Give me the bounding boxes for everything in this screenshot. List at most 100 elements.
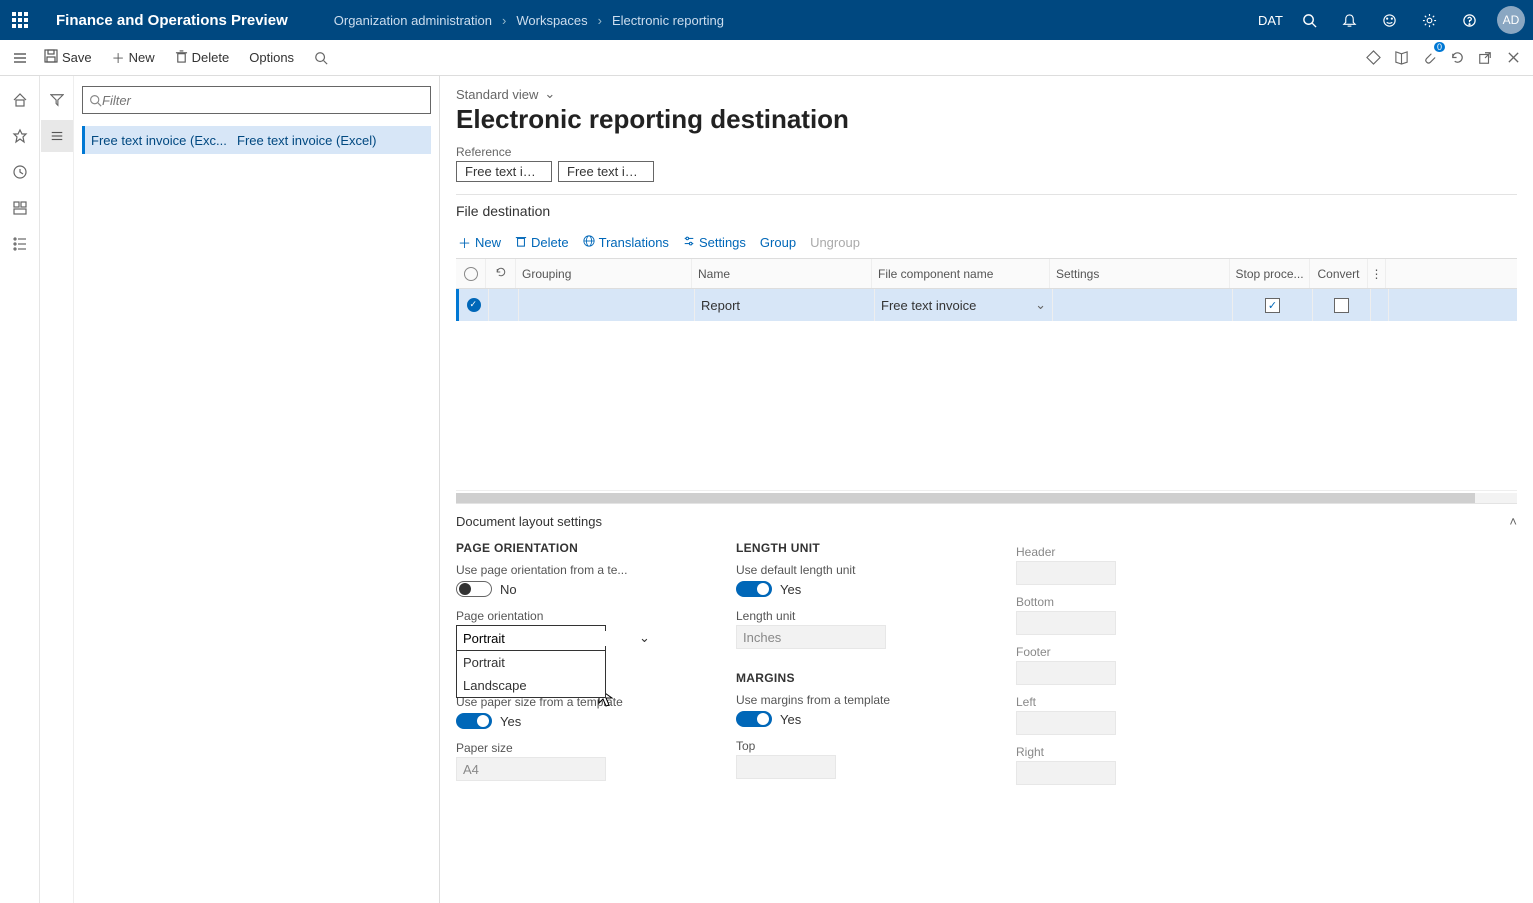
margin-footer-label: Footer bbox=[1016, 645, 1256, 659]
grid-translations-button[interactable]: Translations bbox=[583, 235, 669, 250]
col-settings[interactable]: Settings bbox=[1050, 259, 1230, 288]
length-unit-label: Length unit bbox=[736, 609, 976, 623]
refresh-icon[interactable] bbox=[495, 266, 507, 281]
plus-icon: ＋ bbox=[112, 48, 125, 67]
use-margins-template-toggle[interactable] bbox=[736, 711, 772, 727]
col-convert[interactable]: Convert bbox=[1310, 259, 1368, 288]
chevron-down-icon: ⌄ bbox=[544, 86, 555, 102]
col-stop[interactable]: Stop proce... bbox=[1230, 259, 1310, 288]
chevron-down-icon[interactable]: ⌄ bbox=[1035, 297, 1046, 313]
length-unit-head: LENGTH UNIT bbox=[736, 541, 976, 555]
breadcrumb-org-admin[interactable]: Organization administration bbox=[334, 13, 492, 28]
chevron-down-icon[interactable]: ⌄ bbox=[639, 630, 650, 646]
cell-name[interactable]: Report bbox=[695, 289, 875, 321]
toggle-value: Yes bbox=[780, 582, 801, 597]
workspace-icon[interactable] bbox=[4, 192, 36, 224]
cell-settings[interactable] bbox=[1053, 289, 1233, 321]
stop-checkbox[interactable] bbox=[1265, 298, 1280, 313]
col-grouping[interactable]: Grouping bbox=[516, 259, 692, 288]
page-orientation-dropdown: Portrait Landscape bbox=[456, 651, 606, 698]
toggle-value: Yes bbox=[500, 714, 521, 729]
grid-delete-button[interactable]: Delete bbox=[515, 235, 569, 250]
filter-icon[interactable] bbox=[41, 84, 73, 116]
home-icon[interactable] bbox=[4, 84, 36, 116]
grid-new-button[interactable]: ＋New bbox=[458, 233, 501, 252]
close-icon[interactable] bbox=[1499, 44, 1527, 72]
search-button[interactable] bbox=[306, 47, 336, 69]
chevron-right-icon: › bbox=[502, 13, 506, 28]
trash-icon bbox=[515, 235, 527, 250]
app-launcher-icon[interactable] bbox=[0, 0, 40, 40]
gear-icon[interactable] bbox=[1409, 0, 1449, 40]
file-destination-header[interactable]: File destination bbox=[456, 194, 1517, 227]
reference-value-2[interactable]: Free text inv... bbox=[558, 161, 654, 182]
page-title: Electronic reporting destination bbox=[456, 104, 1517, 135]
search-icon[interactable] bbox=[1289, 0, 1329, 40]
select-all-radio[interactable] bbox=[464, 267, 478, 281]
list-item[interactable]: Free text invoice (Exc... Free text invo… bbox=[82, 126, 431, 154]
document-layout-header[interactable]: Document layout settings ˄ bbox=[456, 503, 1517, 535]
row-select-radio[interactable] bbox=[467, 298, 481, 312]
use-default-length-toggle[interactable] bbox=[736, 581, 772, 597]
options-button[interactable]: Options bbox=[241, 46, 302, 69]
delete-label: Delete bbox=[192, 50, 230, 65]
globe-icon bbox=[583, 235, 595, 250]
list-pane: Free text invoice (Exc... Free text invo… bbox=[40, 76, 440, 903]
use-orientation-template-label: Use page orientation from a te... bbox=[456, 563, 696, 577]
list-icon[interactable] bbox=[41, 120, 73, 152]
diamond-icon[interactable] bbox=[1359, 44, 1387, 72]
col-name[interactable]: Name bbox=[692, 259, 872, 288]
use-paper-template-toggle[interactable] bbox=[456, 713, 492, 729]
combo-option-portrait[interactable]: Portrait bbox=[457, 651, 605, 674]
grid-hscrollbar[interactable] bbox=[456, 493, 1517, 503]
menu-icon[interactable] bbox=[6, 44, 34, 72]
popout-icon[interactable] bbox=[1471, 44, 1499, 72]
refresh-icon[interactable] bbox=[1443, 44, 1471, 72]
convert-checkbox[interactable] bbox=[1334, 298, 1349, 313]
delete-button[interactable]: Delete bbox=[167, 46, 238, 70]
list-item-col1: Free text invoice (Exc... bbox=[91, 133, 231, 148]
paper-size-label: Paper size bbox=[456, 741, 696, 755]
file-destination-grid: Grouping Name File component name Settin… bbox=[456, 258, 1517, 503]
grid-settings-button[interactable]: Settings bbox=[683, 235, 746, 250]
chevron-up-icon: ˄ bbox=[1509, 514, 1517, 529]
help-icon[interactable] bbox=[1449, 0, 1489, 40]
grid-toolbar: ＋New Delete Translations Settings Group … bbox=[456, 227, 1517, 258]
breadcrumb-electronic-reporting[interactable]: Electronic reporting bbox=[612, 13, 724, 28]
cell-grouping[interactable] bbox=[519, 289, 695, 321]
reference-value-1[interactable]: Free text inv... bbox=[456, 161, 552, 182]
filter-input-wrap[interactable] bbox=[82, 86, 431, 114]
grid-header-row: Grouping Name File component name Settin… bbox=[456, 259, 1517, 289]
page-orientation-input[interactable] bbox=[463, 631, 639, 646]
breadcrumb: Organization administration › Workspaces… bbox=[334, 13, 724, 28]
margin-bottom-field bbox=[1016, 611, 1116, 635]
attach-icon[interactable]: 0 bbox=[1415, 44, 1443, 72]
table-row[interactable]: Report Free text invoice⌄ bbox=[456, 289, 1517, 321]
page-orientation-combo[interactable]: ⌄ Portrait Landscape bbox=[456, 625, 606, 651]
col-more-icon[interactable]: ⋮ bbox=[1368, 259, 1386, 288]
toggle-value: No bbox=[500, 582, 517, 597]
new-button[interactable]: ＋New bbox=[104, 44, 163, 71]
combo-option-landscape[interactable]: Landscape bbox=[457, 674, 605, 697]
smile-icon[interactable] bbox=[1369, 0, 1409, 40]
margin-bottom-label: Bottom bbox=[1016, 595, 1256, 609]
modules-icon[interactable] bbox=[4, 228, 36, 260]
entity-label[interactable]: DAT bbox=[1258, 13, 1283, 28]
sliders-icon bbox=[683, 235, 695, 250]
filter-input[interactable] bbox=[102, 93, 424, 108]
cell-file-component[interactable]: Free text invoice⌄ bbox=[875, 289, 1053, 321]
margin-right-field bbox=[1016, 761, 1116, 785]
use-orientation-template-toggle[interactable] bbox=[456, 581, 492, 597]
toggle-value: Yes bbox=[780, 712, 801, 727]
avatar[interactable]: AD bbox=[1497, 6, 1525, 34]
view-selector[interactable]: Standard view⌄ bbox=[456, 86, 1517, 102]
bell-icon[interactable] bbox=[1329, 0, 1369, 40]
grid-group-button[interactable]: Group bbox=[760, 235, 796, 250]
recent-icon[interactable] bbox=[4, 156, 36, 188]
book-icon[interactable] bbox=[1387, 44, 1415, 72]
col-file-component[interactable]: File component name bbox=[872, 259, 1050, 288]
star-icon[interactable] bbox=[4, 120, 36, 152]
breadcrumb-workspaces[interactable]: Workspaces bbox=[516, 13, 587, 28]
save-button[interactable]: Save bbox=[36, 45, 100, 70]
save-label: Save bbox=[62, 50, 92, 65]
